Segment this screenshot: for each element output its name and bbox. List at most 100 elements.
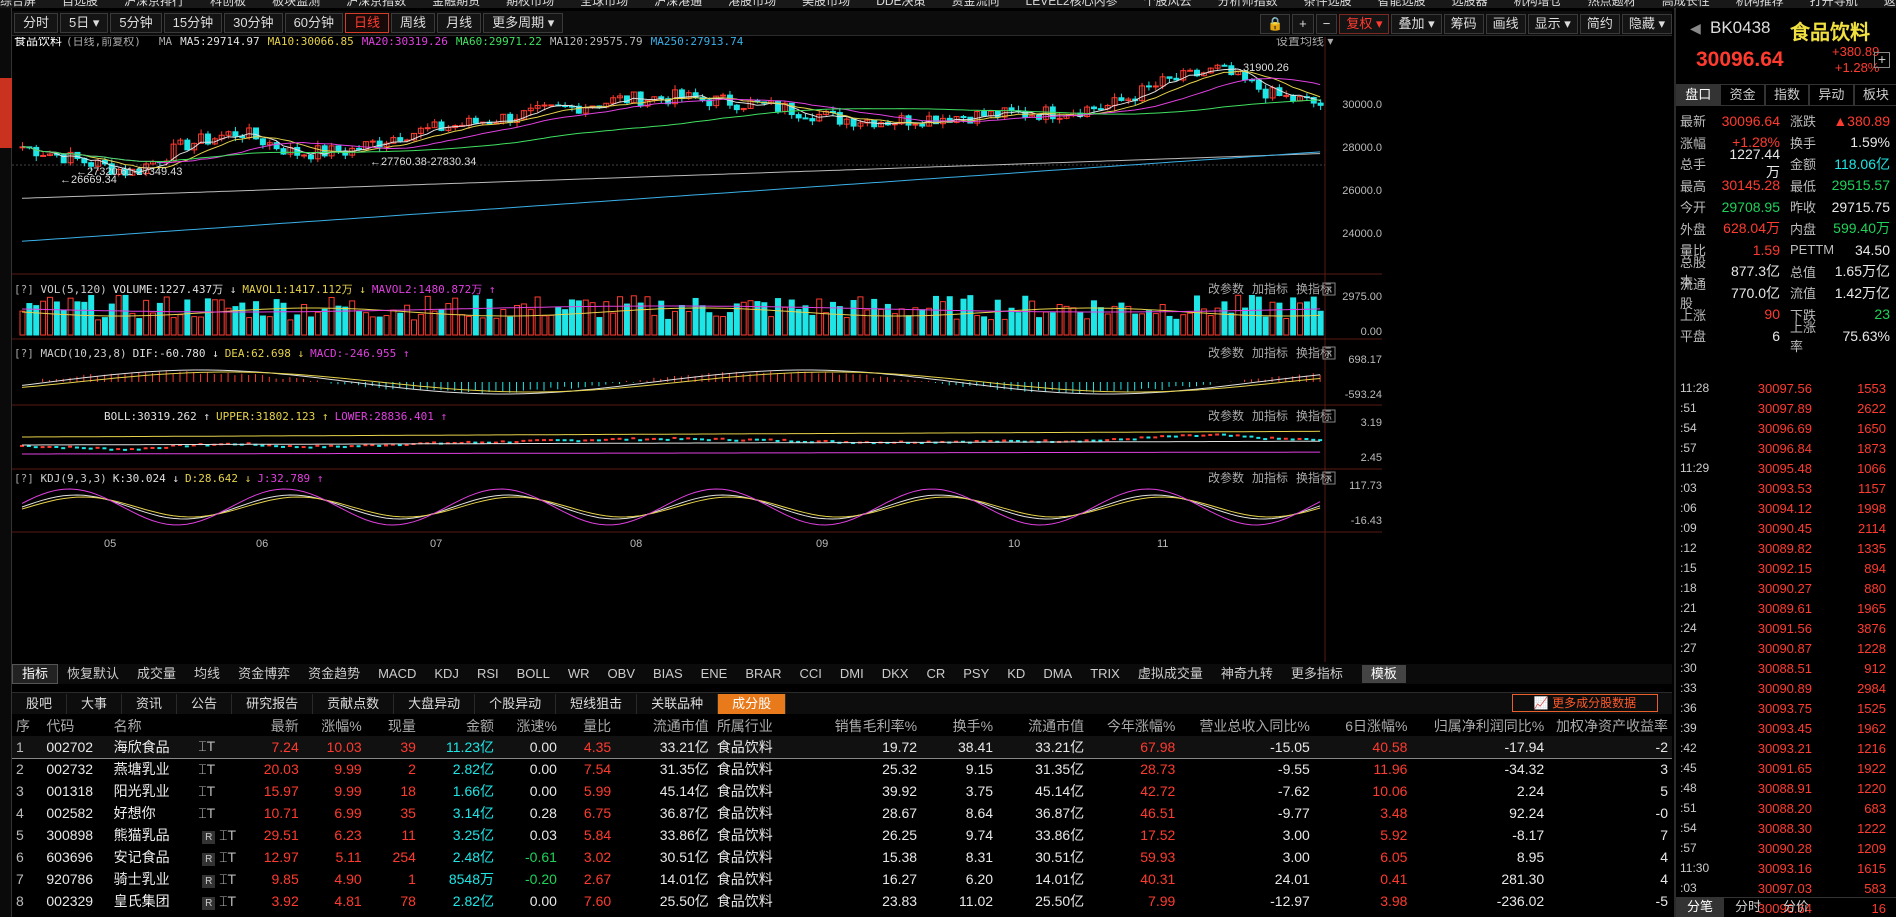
top-menu-item[interactable]: 高成长性: [1662, 0, 1710, 7]
lock-icon[interactable]: 🔒: [1259, 13, 1291, 34]
info-tab[interactable]: 短线狙击: [556, 693, 638, 714]
indicator-tab[interactable]: BRAR: [736, 665, 790, 683]
quote-tab[interactable]: 盘口: [1676, 84, 1721, 106]
tick-mode-tab[interactable]: 分笔: [1676, 898, 1724, 917]
period-button[interactable]: 周线: [391, 13, 436, 33]
plus-icon[interactable]: +: [1292, 13, 1314, 34]
column-header[interactable]: 归属净利润同比%: [1411, 716, 1548, 736]
top-menu-item[interactable]: 综合屏: [0, 0, 36, 7]
period-button[interactable]: 60分钟: [284, 13, 344, 33]
indicator-tab[interactable]: MACD: [369, 665, 425, 683]
column-header[interactable]: 量比: [561, 716, 615, 736]
table-row[interactable]: 4 002582 好想你 ⌶T 10.71 6.99 35 3.14亿 0.28 6.75 36.…: [12, 802, 1672, 824]
top-menu-item[interactable]: 期权市场: [506, 0, 554, 7]
info-tab[interactable]: 公告: [177, 693, 233, 714]
top-menu-item[interactable]: 分析师指数: [1218, 0, 1278, 7]
column-header[interactable]: 加权净资产收益率: [1548, 716, 1672, 736]
top-menu-item[interactable]: 智能选股: [1378, 0, 1426, 7]
kline-chart-area[interactable]: 食品饮料 (日线,前复权) MA MA5:29714.97 MA10:30066.85 M…: [12, 37, 1672, 672]
top-menu-item[interactable]: 港股市场: [728, 0, 776, 7]
pane-button[interactable]: 加指标: [1252, 281, 1288, 296]
quote-tab[interactable]: 异动: [1809, 84, 1854, 106]
help-icon[interactable]: [?]: [14, 283, 41, 296]
tool-button[interactable]: 显示 ▾: [1527, 13, 1578, 34]
period-button[interactable]: 5分钟: [110, 13, 162, 33]
top-menu-item[interactable]: 板块监测: [272, 0, 320, 7]
pane-button[interactable]: 改参数: [1208, 345, 1244, 360]
top-menu-item[interactable]: 热点题材: [1588, 0, 1636, 7]
pane-button[interactable]: 加指标: [1252, 345, 1288, 360]
column-header[interactable]: 涨速%: [498, 716, 561, 736]
period-button[interactable]: 更多周期 ▾: [483, 13, 564, 33]
indicator-tab[interactable]: ENE: [692, 665, 737, 683]
indicator-tab[interactable]: BIAS: [644, 665, 692, 683]
tool-button[interactable]: 叠加 ▾: [1391, 13, 1442, 34]
help-icon[interactable]: [?]: [14, 472, 41, 485]
table-row[interactable]: 5 300898 熊猫乳品 R ⌶T 29.51 6.23 11 3.25亿 0.03 5.84 3…: [12, 824, 1672, 846]
more-constituents-button[interactable]: 📈 更多成分股数据: [1512, 694, 1658, 712]
pane-button[interactable]: 改参数: [1208, 281, 1244, 296]
top-menu-item[interactable]: 返回: [1884, 0, 1896, 7]
top-menu-item[interactable]: 条件选股: [1304, 0, 1352, 7]
table-row[interactable]: 1 002702 海欣食品 ⌶T 7.24 10.03 39 11.23亿 0.00 4.35 3…: [12, 736, 1672, 759]
minus-icon[interactable]: −: [1315, 13, 1338, 34]
top-menu-item[interactable]: 美股市场: [802, 0, 850, 7]
indicator-tab[interactable]: 神奇九转: [1212, 665, 1282, 683]
column-header[interactable]: 涨幅%: [303, 716, 366, 736]
top-menu-item[interactable]: 金融期货: [432, 0, 480, 7]
help-icon[interactable]: [?]: [14, 347, 41, 360]
info-tab[interactable]: 股吧: [12, 693, 68, 714]
column-header[interactable]: 流通市值: [997, 716, 1088, 736]
tick-mode-tab[interactable]: 分时: [1724, 898, 1772, 917]
table-row[interactable]: 7 920786 骑士乳业 R ⌶T 9.85 4.90 1 8548万 -0.20 2.67 14…: [12, 868, 1672, 890]
indicator-tab[interactable]: 指标: [12, 664, 59, 684]
quote-tab[interactable]: 指数: [1764, 84, 1810, 106]
ma-settings-button[interactable]: 设置均线 ▾: [1276, 37, 1333, 48]
indicator-tab[interactable]: CR: [917, 665, 954, 683]
column-header[interactable]: [194, 716, 240, 736]
column-header[interactable]: 金额: [420, 716, 498, 736]
indicator-tab[interactable]: OBV: [599, 665, 644, 683]
top-menu-item[interactable]: 沪深京指数: [346, 0, 406, 7]
indicator-tab[interactable]: BOLL: [508, 665, 559, 683]
column-header[interactable]: 营业总收入同比%: [1179, 716, 1314, 736]
indicator-tab[interactable]: TRIX: [1081, 665, 1129, 683]
info-tab[interactable]: 大事: [67, 693, 123, 714]
period-button[interactable]: 30分钟: [224, 13, 283, 33]
tick-list[interactable]: 11:28 30097.56 1553:51 30097.89 2622:54 30096…: [1676, 378, 1896, 917]
info-tab[interactable]: 关联品种: [637, 693, 719, 714]
column-header[interactable]: 现量: [366, 716, 420, 736]
info-tab[interactable]: 大盘异动: [394, 693, 476, 714]
pane-button[interactable]: 加指标: [1252, 408, 1288, 423]
tool-button[interactable]: 筹码: [1443, 13, 1484, 34]
top-menu-item[interactable]: LEVEL2核心内参: [1026, 0, 1118, 7]
top-menu-item[interactable]: 机构推荐: [1736, 0, 1784, 7]
quote-tab[interactable]: 资金: [1720, 84, 1765, 106]
indicator-tab[interactable]: DKX: [873, 665, 918, 683]
pane-button[interactable]: 加指标: [1252, 470, 1288, 485]
tick-mode-tab[interactable]: 分价: [1772, 898, 1820, 917]
table-row[interactable]: 6 603696 安记食品 R ⌶T 12.97 5.11 254 2.48亿 -0.61 3.0…: [12, 846, 1672, 868]
close-x-icon[interactable]: ×: [1326, 284, 1332, 296]
column-header[interactable]: 名称: [110, 716, 195, 736]
info-tab[interactable]: 成分股: [718, 693, 787, 714]
period-button[interactable]: 月线: [437, 13, 482, 33]
quote-tab[interactable]: 板块: [1853, 84, 1896, 106]
tool-button[interactable]: 简约: [1579, 13, 1620, 34]
indicator-tab[interactable]: 虚拟成交量: [1129, 665, 1212, 683]
top-menu-item[interactable]: 全球市场: [580, 0, 628, 7]
indicator-tab[interactable]: 成交量: [128, 665, 185, 683]
indicator-tab[interactable]: 模板: [1361, 665, 1406, 683]
top-menu-item[interactable]: 选股器: [1452, 0, 1488, 7]
prev-arrow-icon[interactable]: ◀: [1690, 20, 1701, 37]
indicator-tab[interactable]: 恢复默认: [58, 665, 128, 683]
pane-button[interactable]: 改参数: [1208, 470, 1244, 485]
column-header[interactable]: 序: [12, 716, 42, 736]
indicator-tab[interactable]: DMI: [831, 665, 873, 683]
column-header[interactable]: 今年涨幅%: [1088, 716, 1179, 736]
indicator-tab[interactable]: PSY: [954, 665, 998, 683]
top-menu-item[interactable]: DDE决策: [876, 0, 925, 7]
column-header[interactable]: 所属行业: [713, 716, 813, 736]
info-tab[interactable]: 个股异动: [475, 693, 557, 714]
tool-button[interactable]: 画线: [1485, 13, 1526, 34]
